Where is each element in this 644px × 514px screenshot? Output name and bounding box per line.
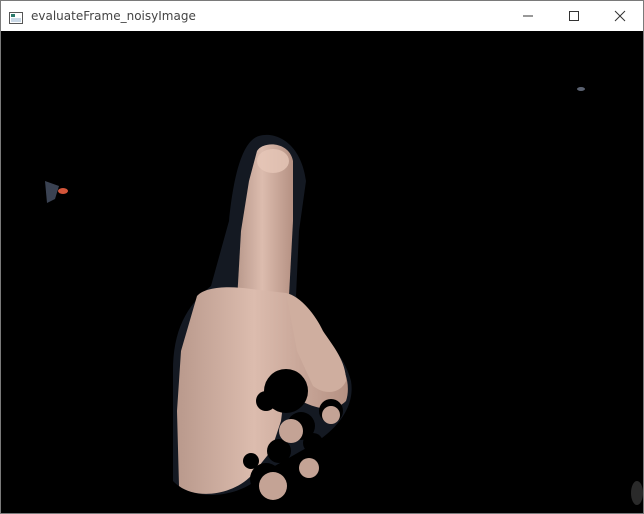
minimize-button[interactable] xyxy=(505,1,551,31)
window: evaluateFrame_noisyImage xyxy=(0,0,644,514)
hand-image xyxy=(1,31,643,513)
minimize-icon xyxy=(522,7,534,26)
title-bar[interactable]: evaluateFrame_noisyImage xyxy=(1,1,643,31)
window-title: evaluateFrame_noisyImage xyxy=(31,9,196,23)
close-icon xyxy=(614,7,626,26)
maximize-button[interactable] xyxy=(551,1,597,31)
app-icon xyxy=(9,9,23,24)
image-canvas xyxy=(1,31,643,513)
close-button[interactable] xyxy=(597,1,643,31)
maximize-icon xyxy=(568,7,580,26)
